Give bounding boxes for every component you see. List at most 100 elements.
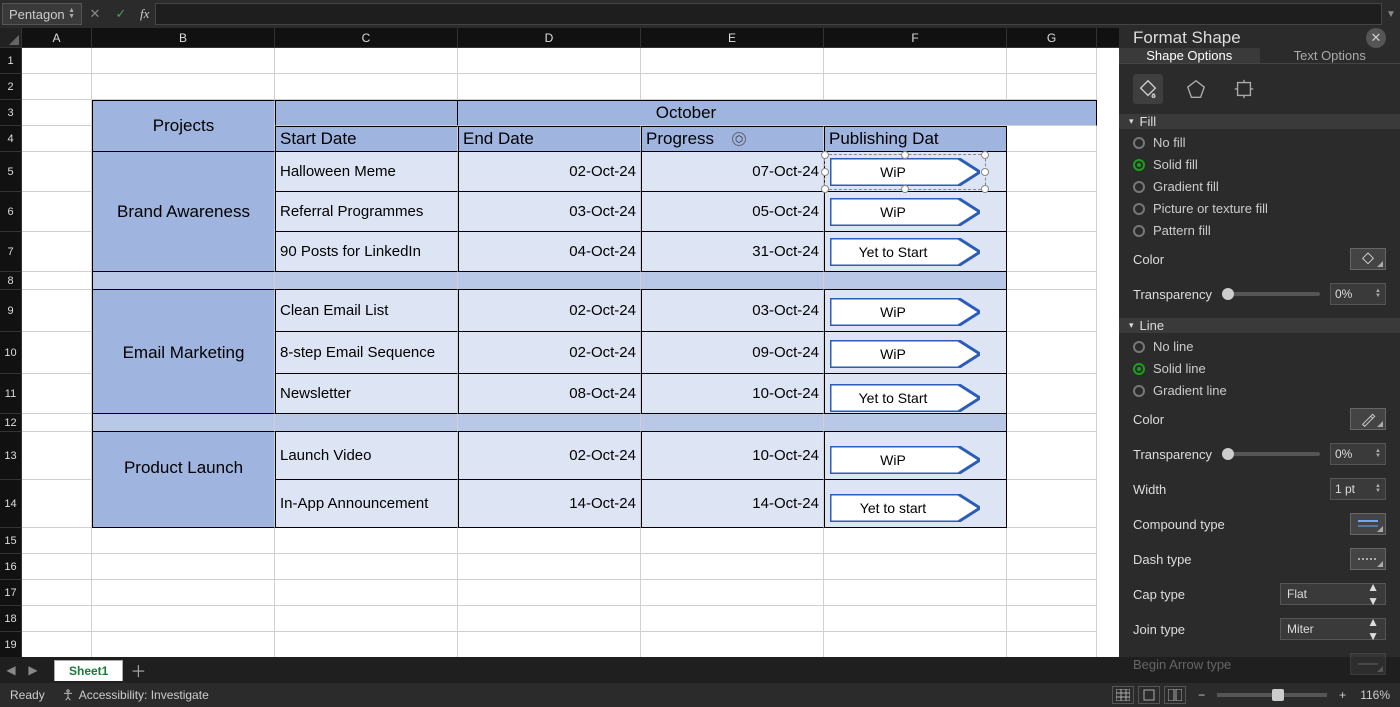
name-box-stepper[interactable]: ▲▼: [68, 8, 75, 20]
cell[interactable]: [1007, 100, 1097, 126]
line-color-picker[interactable]: [1350, 408, 1386, 430]
cell[interactable]: Newsletter: [275, 374, 458, 414]
cell[interactable]: [824, 272, 1007, 290]
tab-text-options[interactable]: Text Options: [1260, 48, 1400, 63]
size-properties-icon[interactable]: [1229, 74, 1259, 104]
cell[interactable]: 10-Oct-24: [641, 374, 824, 414]
cell[interactable]: [824, 414, 1007, 432]
group-label[interactable]: Product Launch: [92, 432, 275, 480]
row-header[interactable]: 19: [0, 632, 22, 657]
cell[interactable]: [641, 48, 824, 74]
cell[interactable]: [275, 554, 458, 580]
radio-picture-fill[interactable]: Picture or texture fill: [1133, 201, 1386, 216]
cell[interactable]: [22, 74, 92, 100]
cell[interactable]: [1007, 232, 1097, 272]
row-header[interactable]: 18: [0, 606, 22, 632]
row-header[interactable]: 1: [0, 48, 22, 74]
cell[interactable]: [641, 580, 824, 606]
spreadsheet-grid[interactable]: A B C D E F G 1 2 3: [0, 28, 1119, 657]
row-header[interactable]: 3: [0, 100, 22, 126]
cell[interactable]: [1007, 152, 1097, 192]
row-header[interactable]: 8: [0, 272, 22, 290]
group-label[interactable]: Brand Awareness: [92, 192, 275, 232]
row-header[interactable]: 6: [0, 192, 22, 232]
col-header[interactable]: E: [641, 28, 824, 47]
cell[interactable]: [275, 580, 458, 606]
cell[interactable]: [824, 632, 1007, 657]
row-header[interactable]: 10: [0, 332, 22, 374]
cell[interactable]: 02-Oct-24: [458, 332, 641, 374]
col-header[interactable]: B: [92, 28, 275, 47]
zoom-in-icon[interactable]: +: [1339, 688, 1346, 702]
cell[interactable]: [22, 580, 92, 606]
cell[interactable]: [22, 606, 92, 632]
cell[interactable]: [22, 480, 92, 528]
cell[interactable]: [824, 606, 1007, 632]
radio-solid-line[interactable]: Solid line: [1133, 361, 1386, 376]
cell[interactable]: Launch Video: [275, 432, 458, 480]
cell[interactable]: [641, 606, 824, 632]
cell[interactable]: [824, 554, 1007, 580]
cell[interactable]: [458, 554, 641, 580]
cell[interactable]: [22, 528, 92, 554]
cap-type-combo[interactable]: Flat▲▼: [1280, 583, 1386, 605]
cell[interactable]: [458, 74, 641, 100]
cell[interactable]: [275, 632, 458, 657]
radio-no-fill[interactable]: No fill: [1133, 135, 1386, 150]
cell[interactable]: 04-Oct-24: [458, 232, 641, 272]
line-transparency-input[interactable]: 0%▲▼: [1330, 443, 1386, 465]
header-pub[interactable]: Publishing Dat: [824, 126, 1007, 152]
cell[interactable]: [641, 414, 824, 432]
cell[interactable]: 03-Oct-24: [641, 290, 824, 332]
cell[interactable]: [1007, 290, 1097, 332]
cell[interactable]: [641, 74, 824, 100]
zoom-out-icon[interactable]: −: [1198, 688, 1205, 702]
header-progress[interactable]: Progress⬡: [641, 126, 824, 152]
cancel-icon[interactable]: ✕: [82, 1, 108, 27]
tab-nav-next-icon[interactable]: ▶: [22, 659, 44, 681]
add-sheet-icon[interactable]: ＋: [123, 658, 153, 682]
fill-color-picker[interactable]: [1350, 248, 1386, 270]
cell[interactable]: [1007, 528, 1097, 554]
cell[interactable]: [92, 272, 275, 290]
formula-input[interactable]: [155, 3, 1382, 25]
cell[interactable]: [275, 606, 458, 632]
cell[interactable]: [22, 554, 92, 580]
section-line-header[interactable]: ▾Line: [1119, 318, 1400, 333]
cell[interactable]: [22, 290, 92, 332]
cell[interactable]: [22, 152, 92, 192]
effects-icon[interactable]: [1181, 74, 1211, 104]
cell[interactable]: [458, 580, 641, 606]
cell[interactable]: [641, 554, 824, 580]
cell[interactable]: 02-Oct-24: [458, 290, 641, 332]
radio-pattern-fill[interactable]: Pattern fill: [1133, 223, 1386, 238]
cell[interactable]: [824, 48, 1007, 74]
fill-transparency-input[interactable]: 0%▲▼: [1330, 283, 1386, 305]
radio-gradient-fill[interactable]: Gradient fill: [1133, 179, 1386, 194]
cell[interactable]: 08-Oct-24: [458, 374, 641, 414]
row-header[interactable]: 5: [0, 152, 22, 192]
cell[interactable]: [824, 74, 1007, 100]
cell[interactable]: Referral Programmes: [275, 192, 458, 232]
line-width-input[interactable]: 1 pt▲▼: [1330, 478, 1386, 500]
fill-line-icon[interactable]: [1133, 74, 1163, 104]
col-header[interactable]: C: [275, 28, 458, 47]
radio-solid-fill[interactable]: Solid fill: [1133, 157, 1386, 172]
cell[interactable]: [458, 272, 641, 290]
cell[interactable]: [92, 48, 275, 74]
row-header[interactable]: 2: [0, 74, 22, 100]
cell[interactable]: [92, 580, 275, 606]
row-header[interactable]: 4: [0, 126, 22, 152]
header-end[interactable]: End Date: [458, 126, 641, 152]
cell[interactable]: [824, 100, 1007, 126]
cell[interactable]: [1007, 432, 1097, 480]
row-header[interactable]: 12: [0, 414, 22, 432]
row-header[interactable]: 13: [0, 432, 22, 480]
cell[interactable]: 10-Oct-24: [641, 432, 824, 480]
cell[interactable]: [458, 414, 641, 432]
cell[interactable]: [1007, 580, 1097, 606]
cell[interactable]: [1007, 414, 1097, 432]
cell[interactable]: 14-Oct-24: [641, 480, 824, 528]
col-header[interactable]: G: [1007, 28, 1097, 47]
cell[interactable]: [458, 48, 641, 74]
